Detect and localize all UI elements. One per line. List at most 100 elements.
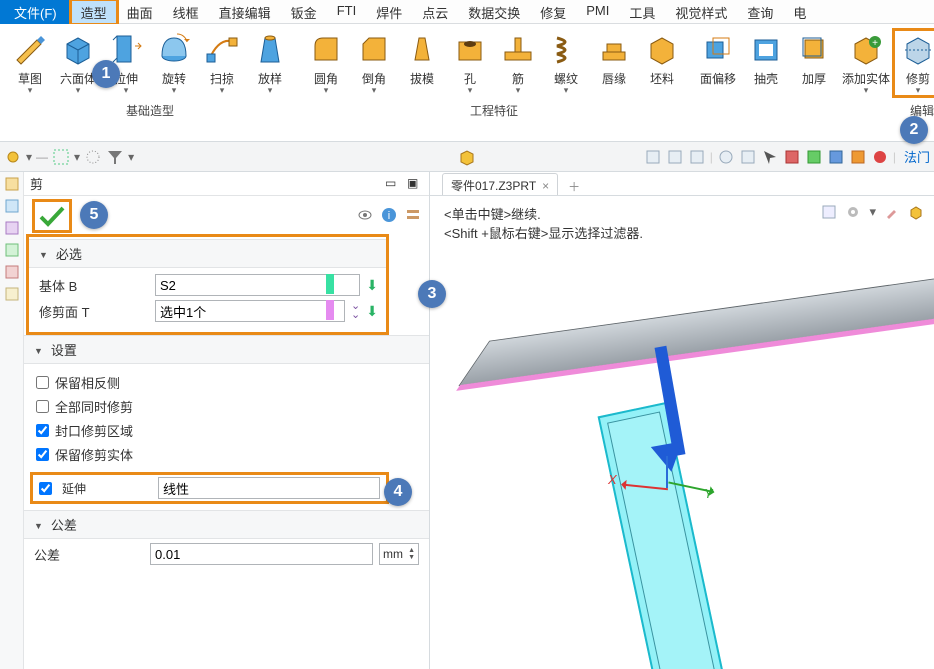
- panel-min-icon[interactable]: ▭: [385, 176, 401, 192]
- svg-text:+: +: [872, 38, 878, 49]
- tb-box-icon[interactable]: [458, 148, 476, 166]
- ribbon-thicken[interactable]: 加厚: [790, 30, 838, 96]
- trimface-input[interactable]: [155, 300, 345, 322]
- ribbon-hexahedron[interactable]: 六面体▾: [54, 30, 102, 96]
- menu-weld[interactable]: 焊件: [366, 0, 412, 24]
- tab-icon[interactable]: [4, 220, 20, 236]
- model-viewport[interactable]: X Y: [430, 246, 934, 669]
- callout-badge-1: 1: [92, 60, 120, 88]
- sweep-icon: [205, 32, 239, 66]
- settings-options: 保留相反侧 全部同时修剪 封口修剪区域 保留修剪实体: [24, 364, 429, 472]
- menu-direct-edit[interactable]: 直接编辑: [209, 0, 281, 24]
- opt-cap[interactable]: 封口修剪区域: [36, 418, 417, 442]
- menu-exchange[interactable]: 数据交换: [458, 0, 530, 24]
- tb-generic-icon[interactable]: [644, 148, 662, 166]
- ribbon-sketch[interactable]: 草图▾: [6, 30, 54, 96]
- menu-file[interactable]: 文件(F): [0, 0, 71, 24]
- callout-badge-5: 5: [80, 201, 108, 229]
- callout-badge-2: 2: [900, 116, 928, 144]
- tb-orange-icon[interactable]: [849, 148, 867, 166]
- document-tab[interactable]: 零件017.Z3PRT ×: [442, 173, 558, 195]
- menu-repair[interactable]: 修复: [530, 0, 576, 24]
- tb-filter-icon[interactable]: [106, 148, 124, 166]
- new-tab-button[interactable]: ＋: [562, 178, 586, 195]
- ribbon-sweep[interactable]: 扫掠▾: [198, 30, 246, 96]
- menu-query[interactable]: 查询: [737, 0, 783, 24]
- ribbon-lip[interactable]: 唇缘: [590, 30, 638, 96]
- gear-icon[interactable]: [845, 204, 861, 220]
- menu-shape[interactable]: 造型: [71, 0, 117, 24]
- opt-keep-opposite[interactable]: 保留相反侧: [36, 370, 417, 394]
- section-required-header[interactable]: 必选: [29, 239, 386, 268]
- section-tolerance-header[interactable]: 公差: [24, 510, 429, 539]
- field-color-chip: [326, 300, 334, 320]
- ribbon-trim[interactable]: 修剪▾: [894, 30, 934, 96]
- toolbar-right-label[interactable]: 法门: [904, 147, 930, 166]
- menu-pointcloud[interactable]: 点云: [412, 0, 458, 24]
- menu-pmi[interactable]: PMI: [576, 0, 619, 24]
- tb-generic-icon[interactable]: [739, 148, 757, 166]
- ribbon-thread[interactable]: 螺纹▾: [542, 30, 590, 96]
- tb-cursor-icon[interactable]: [761, 148, 779, 166]
- tb-green-icon[interactable]: [805, 148, 823, 166]
- tb-select-icon[interactable]: [52, 148, 70, 166]
- close-tab-icon[interactable]: ×: [542, 179, 549, 193]
- menu-visual[interactable]: 视觉样式: [665, 0, 737, 24]
- expand-icon[interactable]: ⌄⌄: [351, 302, 360, 320]
- tb-generic-icon[interactable]: [688, 148, 706, 166]
- ribbon-draft[interactable]: 拔模: [398, 30, 446, 96]
- tb-red-icon[interactable]: [783, 148, 801, 166]
- panel-title: 剪: [30, 174, 43, 193]
- tb-generic-icon[interactable]: [717, 148, 735, 166]
- tab-icon[interactable]: [4, 242, 20, 258]
- tb-dotted-circle-icon[interactable]: [84, 148, 102, 166]
- pick-icon[interactable]: ⬇: [366, 277, 378, 294]
- spinner-icon[interactable]: ▲▼: [408, 547, 415, 561]
- tb-sun-icon[interactable]: [4, 148, 22, 166]
- thicken-icon: [797, 32, 831, 66]
- panel-close-icon[interactable]: ▣: [407, 176, 423, 192]
- opt-trim-all[interactable]: 全部同时修剪: [36, 394, 417, 418]
- loft-icon: [253, 32, 287, 66]
- tb-blue-icon[interactable]: [827, 148, 845, 166]
- ribbon-shell[interactable]: 抽壳: [742, 30, 790, 96]
- eye-icon[interactable]: [357, 207, 373, 223]
- tolerance-input[interactable]: [150, 543, 373, 565]
- ribbon-revolve[interactable]: 旋转▾: [150, 30, 198, 96]
- tab-icon[interactable]: [4, 286, 20, 302]
- tolerance-unit[interactable]: mm ▲▼: [379, 543, 419, 565]
- section-settings-header[interactable]: 设置: [24, 335, 429, 364]
- cube2-icon[interactable]: [908, 204, 924, 220]
- ribbon-chamfer[interactable]: 倒角▾: [350, 30, 398, 96]
- ribbon-loft[interactable]: 放样▾: [246, 30, 294, 96]
- ribbon-hole[interactable]: 孔▾: [446, 30, 494, 96]
- revolve-icon: [157, 32, 191, 66]
- tb-red2-icon[interactable]: [871, 148, 889, 166]
- opt-extend-checkbox[interactable]: [39, 482, 52, 495]
- ribbon-group-basic-label: 基础造型: [126, 102, 174, 119]
- info-icon[interactable]: i: [381, 207, 397, 223]
- tab-icon[interactable]: [4, 176, 20, 192]
- rows-icon[interactable]: [405, 207, 421, 223]
- menu-wire[interactable]: 线框: [163, 0, 209, 24]
- model-horizontal-bar: [458, 272, 934, 386]
- menu-fti[interactable]: FTI: [327, 0, 367, 24]
- menu-surface[interactable]: 曲面: [117, 0, 163, 24]
- ribbon-add-body[interactable]: +添加实体▾: [838, 30, 894, 96]
- apply-button[interactable]: [32, 199, 72, 233]
- ribbon-rib[interactable]: 筋▾: [494, 30, 542, 96]
- tab-icon[interactable]: [4, 264, 20, 280]
- menu-tools[interactable]: 工具: [619, 0, 665, 24]
- ribbon-fillet[interactable]: 圆角▾: [302, 30, 350, 96]
- opt-keep-body[interactable]: 保留修剪实体: [36, 442, 417, 466]
- menu-electric[interactable]: 电: [783, 0, 816, 24]
- tb-generic-icon[interactable]: [666, 148, 684, 166]
- brush-icon[interactable]: [884, 204, 900, 220]
- pick-icon[interactable]: ⬇: [366, 303, 378, 320]
- ribbon-stock[interactable]: 坯料: [638, 30, 686, 96]
- menu-sheetmetal[interactable]: 钣金: [281, 0, 327, 24]
- tab-icon[interactable]: [4, 198, 20, 214]
- ribbon-face-offset[interactable]: 面偏移: [694, 30, 742, 96]
- view-icon[interactable]: [821, 204, 837, 220]
- extend-mode-input[interactable]: [158, 477, 380, 499]
